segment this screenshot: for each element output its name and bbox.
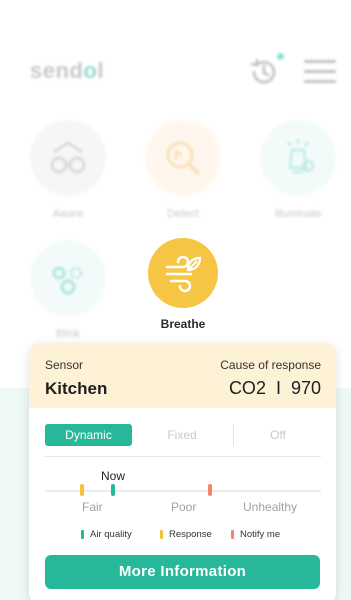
level-poor: Poor [171,500,197,514]
mode-breathe[interactable]: Breathe [139,238,227,331]
lightbulb-icon [260,120,336,196]
tab-divider [233,424,234,446]
notify-marker[interactable] [208,484,212,496]
history-icon[interactable] [248,56,280,88]
notification-dot [277,53,284,60]
legend-label: Air quality [90,529,132,540]
now-label: Now [101,469,126,483]
mode-aware[interactable]: Aware [24,120,112,220]
tab-off[interactable]: Off [235,424,321,446]
sensor-card: Sensor Kitchen Cause of response CO2 I 9… [29,343,336,600]
legend-air-quality: Air quality [81,529,132,540]
tab-fixed[interactable]: Fixed [137,424,227,446]
mode-blink[interactable]: Blink [24,240,112,340]
glasses-icon [30,120,106,196]
tab-dynamic[interactable]: Dynamic [45,424,132,446]
mode-illuminate[interactable]: Illuminate [254,120,342,220]
legend-label: Notify me [240,529,281,540]
legend-label: Response [169,529,212,540]
app-logo: sendol [30,58,104,84]
mode-label-illuminate: Illuminate [274,208,322,220]
legend: Air quality Response Notify me [29,529,336,543]
magnify-icon [145,120,221,196]
mode-detect[interactable]: Detect [139,120,227,220]
legend-response: Response [160,529,212,540]
mode-label-breathe: Breathe [160,317,206,331]
air-quality-marker [111,484,115,496]
more-information-button[interactable]: More Information [45,555,320,589]
mode-label-detect: Detect [167,208,199,220]
blink-icon [30,240,106,316]
logo-text-start: send [30,58,84,83]
legend-swatch [81,530,84,539]
level-unhealthy: Unhealthy [243,500,298,514]
card-header: Sensor Kitchen Cause of response CO2 I 9… [29,343,336,408]
divider [45,456,321,457]
legend-notify-me: Notify me [231,529,280,540]
logo-text-accent: o [83,58,98,83]
logo-text-end: l [97,58,104,83]
mode-segmented-control: Dynamic Fixed Off [45,424,321,446]
sensor-value: Kitchen [45,379,108,398]
cause-label: Cause of response [220,358,321,372]
mode-label-blink: Blink [56,328,80,340]
scale-track [45,490,321,492]
hamburger-menu-icon[interactable] [304,60,336,84]
air-quality-scale: Now Fair Poor Unhealthy [45,464,321,524]
legend-swatch [160,530,163,539]
response-marker[interactable] [80,484,84,496]
sensor-label: Sensor [45,358,84,372]
cause-value: CO2 I 970 [228,378,321,398]
level-fair: Fair [82,500,103,514]
wind-leaf-icon [148,238,218,308]
legend-swatch [231,530,234,539]
mode-label-aware: Aware [52,208,84,220]
